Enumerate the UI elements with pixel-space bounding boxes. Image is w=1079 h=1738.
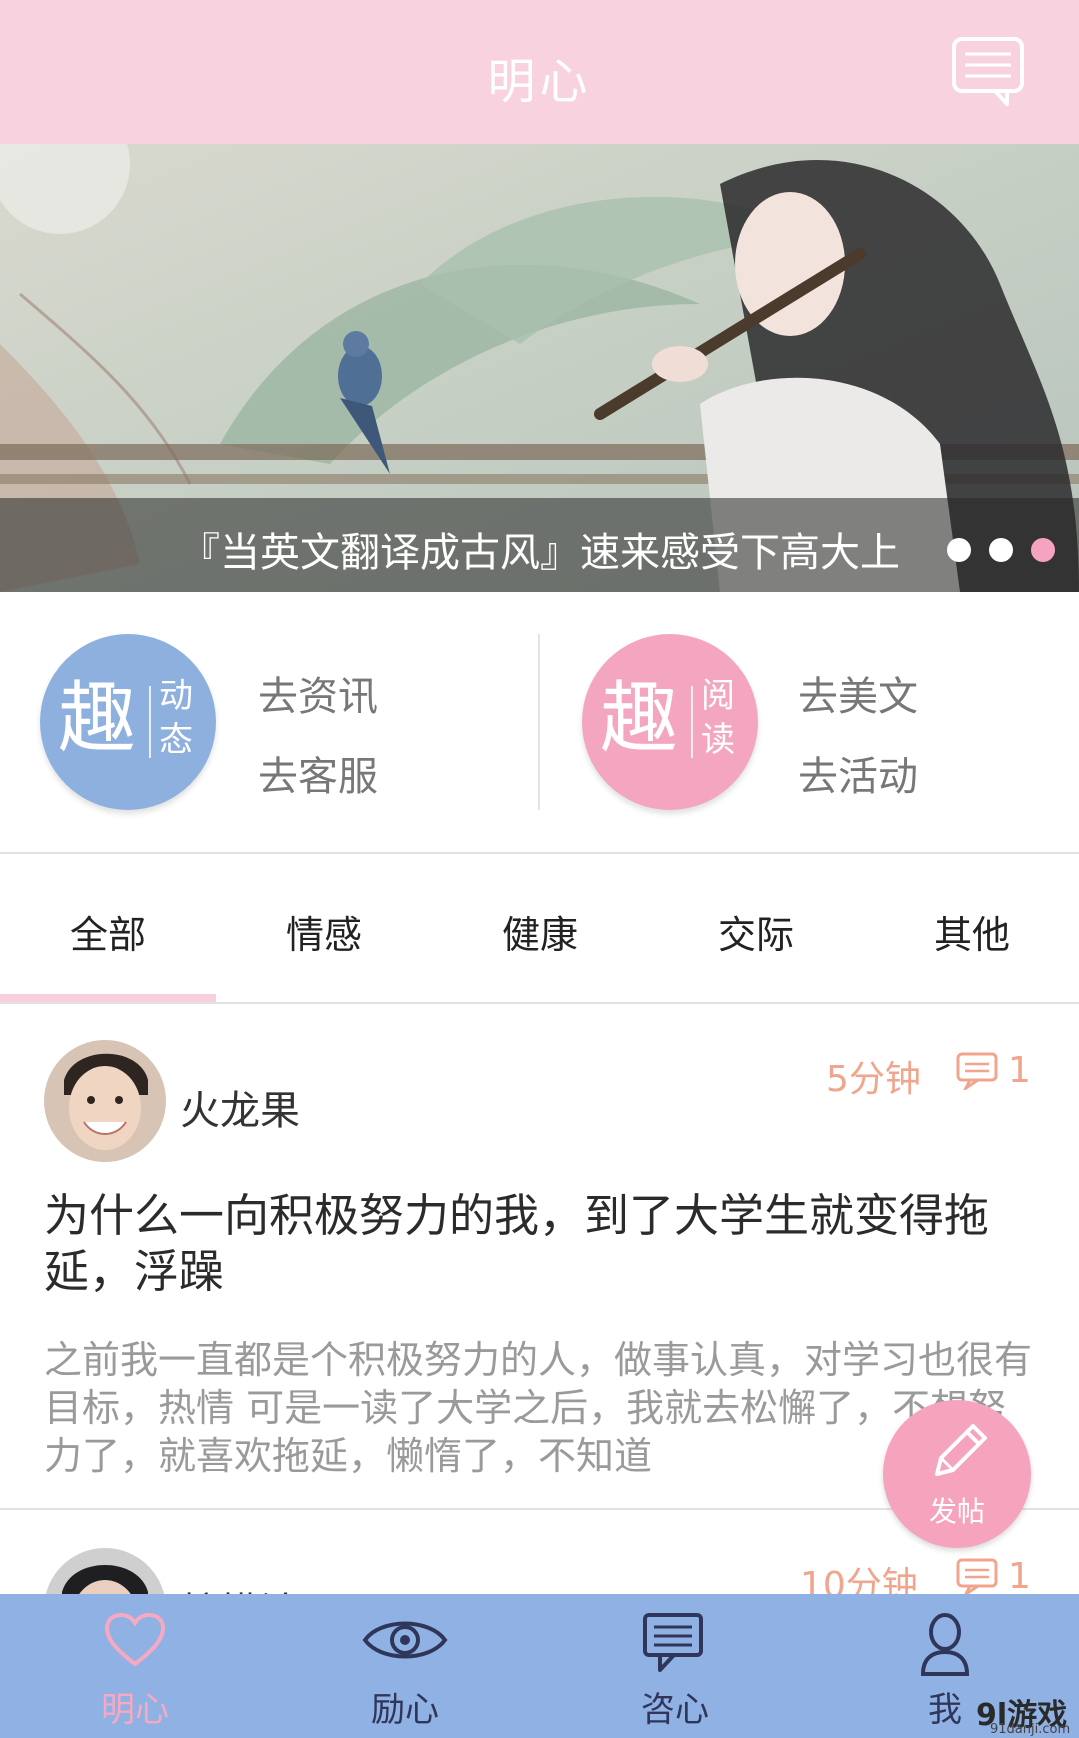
quick-entry-panel: 趣 动态 去资讯 去客服 趣 阅读 去美文 去活动 [0, 592, 1079, 852]
post-title[interactable]: 为什么一向积极努力的我，到了大学生就变得拖延，浮躁 [44, 1188, 1034, 1300]
nav-label: 明心 [101, 1690, 169, 1730]
circle-divider [149, 686, 151, 758]
message-list-icon[interactable] [951, 36, 1025, 108]
comment-count: 1 [1008, 1050, 1031, 1091]
banner-carousel[interactable]: 『当英文翻译成古风』速来感受下高大上 [0, 144, 1079, 592]
watermark-url: 91danji.com [990, 1722, 1071, 1737]
tab-other[interactable]: 其他 [864, 904, 1079, 959]
tab-social[interactable]: 交际 [648, 904, 864, 959]
circle-divider [691, 686, 693, 758]
active-tab-indicator [0, 994, 216, 1002]
carousel-dot[interactable] [947, 538, 971, 562]
chat-icon [643, 1613, 703, 1672]
nav-label: 励心 [371, 1690, 439, 1730]
quick-divider [538, 634, 540, 810]
nav-mingxin[interactable]: 明心 [0, 1594, 270, 1738]
carousel-indicator [947, 538, 1055, 562]
eye-icon [362, 1621, 448, 1659]
circle-small-chars: 动态 [159, 676, 193, 760]
circle-big-char: 趣 [600, 674, 679, 764]
link-customer-service[interactable]: 去客服 [258, 744, 378, 802]
comment-icon [956, 1052, 998, 1090]
link-articles[interactable]: 去美文 [798, 664, 918, 722]
banner-caption-bar: 『当英文翻译成古风』速来感受下高大上 [0, 498, 1079, 592]
circle-big-char: 趣 [58, 674, 137, 764]
pencil-icon [935, 1424, 987, 1476]
link-news[interactable]: 去资讯 [258, 664, 378, 722]
new-post-label: 发帖 [928, 1495, 985, 1528]
comment-count: 1 [1008, 1556, 1031, 1597]
page-title: 明心 [487, 54, 592, 110]
new-post-button[interactable]: 发帖 [883, 1400, 1031, 1548]
post-author[interactable]: 火龙果 [180, 1078, 300, 1136]
nav-lixin[interactable]: 励心 [270, 1594, 540, 1738]
avatar[interactable] [44, 1040, 166, 1162]
heart-icon [104, 1612, 166, 1667]
person-icon [920, 1613, 970, 1676]
tab-health[interactable]: 健康 [432, 904, 648, 959]
nav-label: 咨心 [641, 1690, 709, 1730]
carousel-dot-active[interactable] [1031, 538, 1055, 562]
tab-all[interactable]: 全部 [0, 904, 216, 959]
category-tabs: 全部 情感 健康 交际 其他 [0, 854, 1079, 1002]
link-activities[interactable]: 去活动 [798, 744, 918, 802]
carousel-dot[interactable] [989, 538, 1013, 562]
bottom-navigation: 明心 励心 咨心 我 [0, 1594, 1079, 1738]
post-time: 5分钟 [826, 1059, 921, 1100]
tab-emotion[interactable]: 情感 [216, 904, 432, 959]
banner-caption[interactable]: 『当英文翻译成古风』速来感受下高大上 [180, 520, 900, 578]
comment-icon [956, 1558, 998, 1596]
nav-zixin[interactable]: 咨心 [540, 1594, 810, 1738]
tabs-divider [0, 1002, 1079, 1004]
circle-small-chars: 阅读 [701, 676, 735, 760]
reading-circle-button[interactable]: 趣 阅读 [582, 634, 758, 810]
app-header: 明心 [0, 0, 1079, 144]
dynamics-circle-button[interactable]: 趣 动态 [40, 634, 216, 810]
